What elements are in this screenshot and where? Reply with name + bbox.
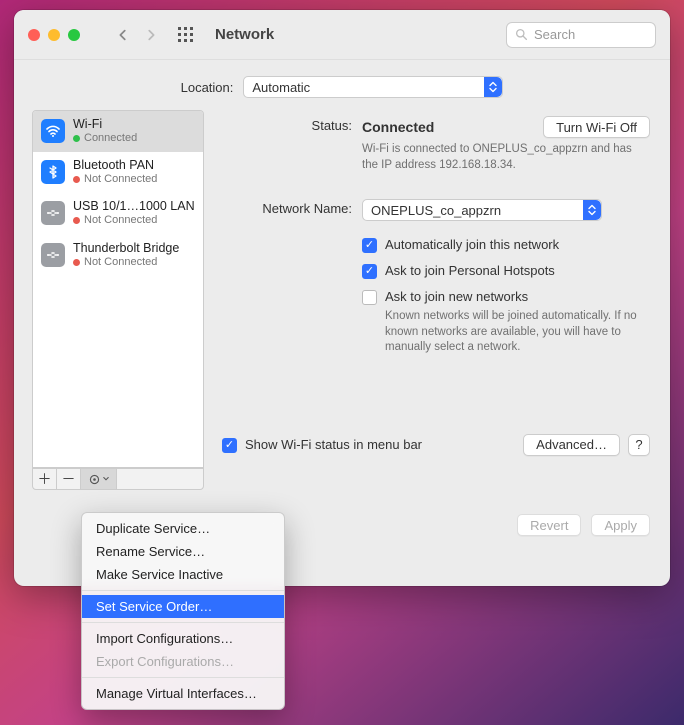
detail-panel: Status: Connected Turn Wi-Fi Off Wi-Fi i… <box>222 110 652 490</box>
wifi-toggle-button[interactable]: Turn Wi-Fi Off <box>543 116 650 138</box>
select-arrows-icon <box>583 200 601 220</box>
location-select[interactable]: Automatic <box>243 76 503 98</box>
status-dot-icon <box>73 259 80 266</box>
ethernet-icon <box>41 201 65 225</box>
menu-separator <box>82 590 284 591</box>
zoom-button[interactable] <box>68 29 80 41</box>
menu-make-inactive[interactable]: Make Service Inactive <box>82 563 284 586</box>
network-preferences-window: Network Search Location: Automatic <box>14 10 670 586</box>
service-item-wifi[interactable]: Wi-Fi Connected <box>33 111 203 152</box>
network-name-select[interactable]: ONEPLUS_co_appzrn <box>362 199 602 221</box>
search-icon <box>515 28 528 41</box>
menu-export-config: Export Configurations… <box>82 650 284 673</box>
search-field[interactable]: Search <box>506 22 656 48</box>
sidebar-column: Wi-Fi Connected Bluetooth PAN Not Connec… <box>32 110 204 490</box>
ask-new-checkbox[interactable] <box>362 290 377 305</box>
menu-separator <box>82 677 284 678</box>
revert-button[interactable]: Revert <box>517 514 581 536</box>
service-name: Bluetooth PAN <box>73 158 157 173</box>
help-button[interactable]: ? <box>628 434 650 456</box>
service-toolbar: ＋ － <box>32 468 204 490</box>
service-item-usb-lan[interactable]: USB 10/1…1000 LAN Not Connected <box>33 193 203 234</box>
advanced-button[interactable]: Advanced… <box>523 434 620 456</box>
bluetooth-icon <box>41 160 65 184</box>
nav-buttons <box>116 28 158 42</box>
main-content: Wi-Fi Connected Bluetooth PAN Not Connec… <box>14 110 670 490</box>
ask-new-description: Known networks will be joined automatica… <box>385 309 650 356</box>
service-name: Wi-Fi <box>73 117 137 132</box>
status-dot-icon <box>73 176 80 183</box>
auto-join-label: Automatically join this network <box>385 237 559 252</box>
ethernet-icon <box>41 243 65 267</box>
forward-button[interactable] <box>144 28 158 42</box>
location-label: Location: <box>181 80 234 95</box>
service-status: Not Connected <box>84 214 157 227</box>
status-description: Wi-Fi is connected to ONEPLUS_co_appzrn … <box>362 142 632 173</box>
wifi-icon <box>41 119 65 143</box>
network-name-label: Network Name: <box>222 199 362 216</box>
menu-manage-virtual[interactable]: Manage Virtual Interfaces… <box>82 682 284 705</box>
back-button[interactable] <box>116 28 130 42</box>
minimize-button[interactable] <box>48 29 60 41</box>
show-all-icon[interactable] <box>178 27 193 42</box>
status-value: Connected <box>362 119 434 135</box>
menu-import-config[interactable]: Import Configurations… <box>82 627 284 650</box>
location-row: Location: Automatic <box>14 60 670 110</box>
service-name: Thunderbolt Bridge <box>73 241 179 256</box>
service-status: Not Connected <box>84 256 157 269</box>
service-name: USB 10/1…1000 LAN <box>73 199 195 214</box>
add-service-button[interactable]: ＋ <box>33 469 57 489</box>
chevron-down-icon <box>103 476 109 482</box>
ask-hotspot-checkbox[interactable] <box>362 264 377 279</box>
service-list[interactable]: Wi-Fi Connected Bluetooth PAN Not Connec… <box>32 110 204 468</box>
service-actions-button[interactable] <box>81 469 117 489</box>
service-status: Connected <box>84 132 137 145</box>
titlebar: Network Search <box>14 10 670 60</box>
menu-rename-service[interactable]: Rename Service… <box>82 540 284 563</box>
service-item-thunderbolt[interactable]: Thunderbolt Bridge Not Connected <box>33 235 203 276</box>
window-title: Network <box>215 26 274 43</box>
menu-separator <box>82 622 284 623</box>
menu-duplicate-service[interactable]: Duplicate Service… <box>82 517 284 540</box>
status-dot-icon <box>73 135 80 142</box>
service-actions-menu: Duplicate Service… Rename Service… Make … <box>81 512 285 710</box>
network-name-value: ONEPLUS_co_appzrn <box>371 203 501 218</box>
show-status-label: Show Wi-Fi status in menu bar <box>245 437 422 452</box>
auto-join-checkbox[interactable] <box>362 238 377 253</box>
remove-service-button[interactable]: － <box>57 469 81 489</box>
status-label: Status: <box>222 116 362 133</box>
ask-new-label: Ask to join new networks <box>385 289 650 304</box>
ask-hotspot-label: Ask to join Personal Hotspots <box>385 263 555 278</box>
location-value: Automatic <box>252 80 310 95</box>
menu-set-service-order[interactable]: Set Service Order… <box>82 595 284 618</box>
close-button[interactable] <box>28 29 40 41</box>
service-item-bluetooth[interactable]: Bluetooth PAN Not Connected <box>33 152 203 193</box>
show-status-checkbox[interactable] <box>222 438 237 453</box>
search-placeholder: Search <box>534 27 575 42</box>
service-status: Not Connected <box>84 173 157 186</box>
apply-button[interactable]: Apply <box>591 514 650 536</box>
select-arrows-icon <box>484 77 502 97</box>
gear-icon <box>88 473 101 486</box>
status-dot-icon <box>73 217 80 224</box>
window-controls <box>28 29 80 41</box>
